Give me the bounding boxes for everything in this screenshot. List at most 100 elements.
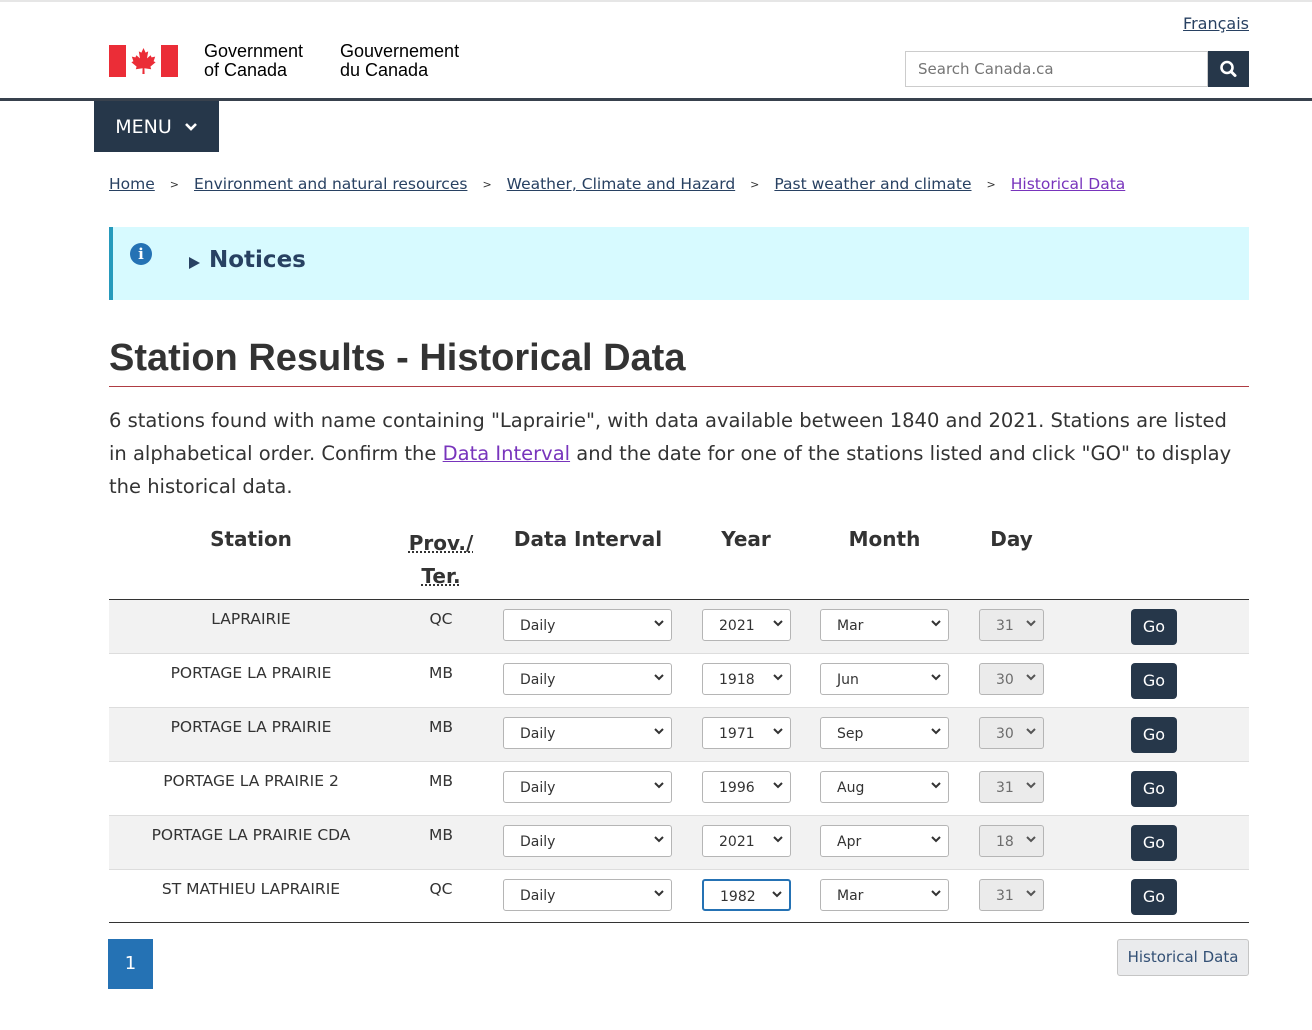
breadcrumb: Home > Environment and natural resources > W… bbox=[109, 175, 1125, 193]
data-interval-select[interactable]: Daily bbox=[503, 879, 672, 911]
pagination-page-1[interactable]: 1 bbox=[108, 939, 153, 989]
chevron-down-icon bbox=[931, 836, 941, 843]
month-select[interactable]: Mar bbox=[820, 879, 949, 911]
chevron-down-icon bbox=[1026, 728, 1036, 735]
table-row: LAPRAIRIE QC Daily 2021 Mar 31 Go bbox=[109, 600, 1249, 654]
breadcrumb-home[interactable]: Home bbox=[109, 175, 155, 193]
day-select[interactable]: 31 bbox=[979, 771, 1044, 803]
data-interval-select[interactable]: Daily bbox=[503, 825, 672, 857]
breadcrumb-separator: > bbox=[169, 178, 179, 191]
chevron-down-icon bbox=[772, 891, 782, 898]
select-value: 2021 bbox=[719, 834, 755, 850]
chevron-down-icon bbox=[654, 728, 664, 735]
day-select[interactable]: 31 bbox=[979, 609, 1044, 641]
day-select[interactable]: 30 bbox=[979, 663, 1044, 695]
table-row: PORTAGE LA PRAIRIE MB Daily 1971 Sep 30 … bbox=[109, 708, 1249, 762]
select-value: 1982 bbox=[720, 889, 756, 905]
header-day: Day bbox=[990, 527, 1033, 551]
notices-panel: i Notices bbox=[109, 227, 1249, 300]
go-button[interactable]: Go bbox=[1131, 663, 1177, 699]
chevron-down-icon bbox=[654, 674, 664, 681]
search-box bbox=[905, 51, 1208, 87]
select-value: Sep bbox=[837, 726, 864, 742]
chevron-down-icon bbox=[931, 782, 941, 789]
month-select[interactable]: Aug bbox=[820, 771, 949, 803]
data-interval-select[interactable]: Daily bbox=[503, 771, 672, 803]
language-toggle-link[interactable]: Français bbox=[1183, 14, 1249, 33]
canada-flag-icon[interactable] bbox=[109, 45, 178, 77]
signature-english: Government of Canada bbox=[204, 41, 304, 80]
day-select[interactable]: 18 bbox=[979, 825, 1044, 857]
info-icon: i bbox=[130, 243, 152, 265]
year-select[interactable]: 2021 bbox=[702, 609, 791, 641]
header-prov-line1: Prov./ bbox=[408, 531, 474, 555]
month-select[interactable]: Sep bbox=[820, 717, 949, 749]
chevron-down-icon bbox=[1026, 890, 1036, 897]
data-interval-select[interactable]: Daily bbox=[503, 663, 672, 695]
header-prov-line2: Ter. bbox=[421, 564, 461, 588]
chevron-down-icon bbox=[773, 620, 783, 627]
historical-data-button[interactable]: Historical Data bbox=[1117, 939, 1249, 976]
data-interval-select[interactable]: Daily bbox=[503, 717, 672, 749]
breadcrumb-past-weather[interactable]: Past weather and climate bbox=[774, 175, 971, 193]
header-year: Year bbox=[721, 527, 771, 551]
go-button[interactable]: Go bbox=[1131, 879, 1177, 915]
breadcrumb-environment[interactable]: Environment and natural resources bbox=[194, 175, 467, 193]
page-title: Station Results - Historical Data bbox=[109, 337, 686, 379]
notices-toggle[interactable]: Notices bbox=[209, 247, 306, 273]
chevron-down-icon bbox=[931, 674, 941, 681]
chevron-down-icon bbox=[184, 122, 197, 131]
select-value: Daily bbox=[520, 834, 556, 850]
search-icon bbox=[1220, 60, 1237, 77]
go-button[interactable]: Go bbox=[1131, 609, 1177, 645]
breadcrumb-weather[interactable]: Weather, Climate and Hazard bbox=[507, 175, 736, 193]
menu-button[interactable]: MENU bbox=[94, 101, 219, 152]
menu-label: MENU bbox=[115, 115, 172, 138]
select-value: 1918 bbox=[719, 672, 755, 688]
expand-triangle-icon[interactable] bbox=[189, 257, 200, 269]
year-select[interactable]: 1982 bbox=[702, 879, 791, 911]
chevron-down-icon bbox=[654, 782, 664, 789]
station-province: MB bbox=[428, 826, 453, 844]
chevron-down-icon bbox=[773, 674, 783, 681]
year-select[interactable]: 1971 bbox=[702, 717, 791, 749]
chevron-down-icon bbox=[1026, 836, 1036, 843]
month-select[interactable]: Jun bbox=[820, 663, 949, 695]
data-interval-link[interactable]: Data Interval bbox=[443, 442, 570, 465]
station-name: PORTAGE LA PRAIRIE bbox=[170, 718, 332, 736]
go-button[interactable]: Go bbox=[1131, 825, 1177, 861]
chevron-down-icon bbox=[931, 728, 941, 735]
breadcrumb-separator: > bbox=[482, 178, 492, 191]
station-province: MB bbox=[428, 772, 453, 790]
select-value: Daily bbox=[520, 780, 556, 796]
breadcrumb-historical-data[interactable]: Historical Data bbox=[1011, 175, 1126, 193]
station-name: PORTAGE LA PRAIRIE bbox=[170, 664, 332, 682]
month-select[interactable]: Apr bbox=[820, 825, 949, 857]
chevron-down-icon bbox=[773, 836, 783, 843]
station-province: MB bbox=[428, 664, 453, 682]
chevron-down-icon bbox=[1026, 674, 1036, 681]
select-value: Jun bbox=[837, 672, 859, 688]
data-interval-select[interactable]: Daily bbox=[503, 609, 672, 641]
search-input[interactable] bbox=[906, 52, 1207, 86]
search-button[interactable] bbox=[1208, 51, 1249, 87]
header-prov-ter: Prov./ Ter. bbox=[400, 527, 482, 593]
year-select[interactable]: 2021 bbox=[702, 825, 791, 857]
select-value: Daily bbox=[520, 726, 556, 742]
select-value: Apr bbox=[837, 834, 862, 850]
month-select[interactable]: Mar bbox=[820, 609, 949, 641]
day-select[interactable]: 31 bbox=[979, 879, 1044, 911]
select-value: 30 bbox=[996, 672, 1014, 688]
station-name: ST MATHIEU LAPRAIRIE bbox=[161, 880, 341, 898]
select-value: Mar bbox=[837, 888, 864, 904]
go-button[interactable]: Go bbox=[1131, 717, 1177, 753]
day-select[interactable]: 30 bbox=[979, 717, 1044, 749]
header-data-interval: Data Interval bbox=[513, 527, 663, 551]
year-select[interactable]: 1996 bbox=[702, 771, 791, 803]
year-select[interactable]: 1918 bbox=[702, 663, 791, 695]
title-underline bbox=[109, 386, 1249, 387]
go-button[interactable]: Go bbox=[1131, 771, 1177, 807]
chevron-down-icon bbox=[654, 890, 664, 897]
station-name: LAPRAIRIE bbox=[211, 610, 291, 628]
station-province: MB bbox=[428, 718, 453, 736]
